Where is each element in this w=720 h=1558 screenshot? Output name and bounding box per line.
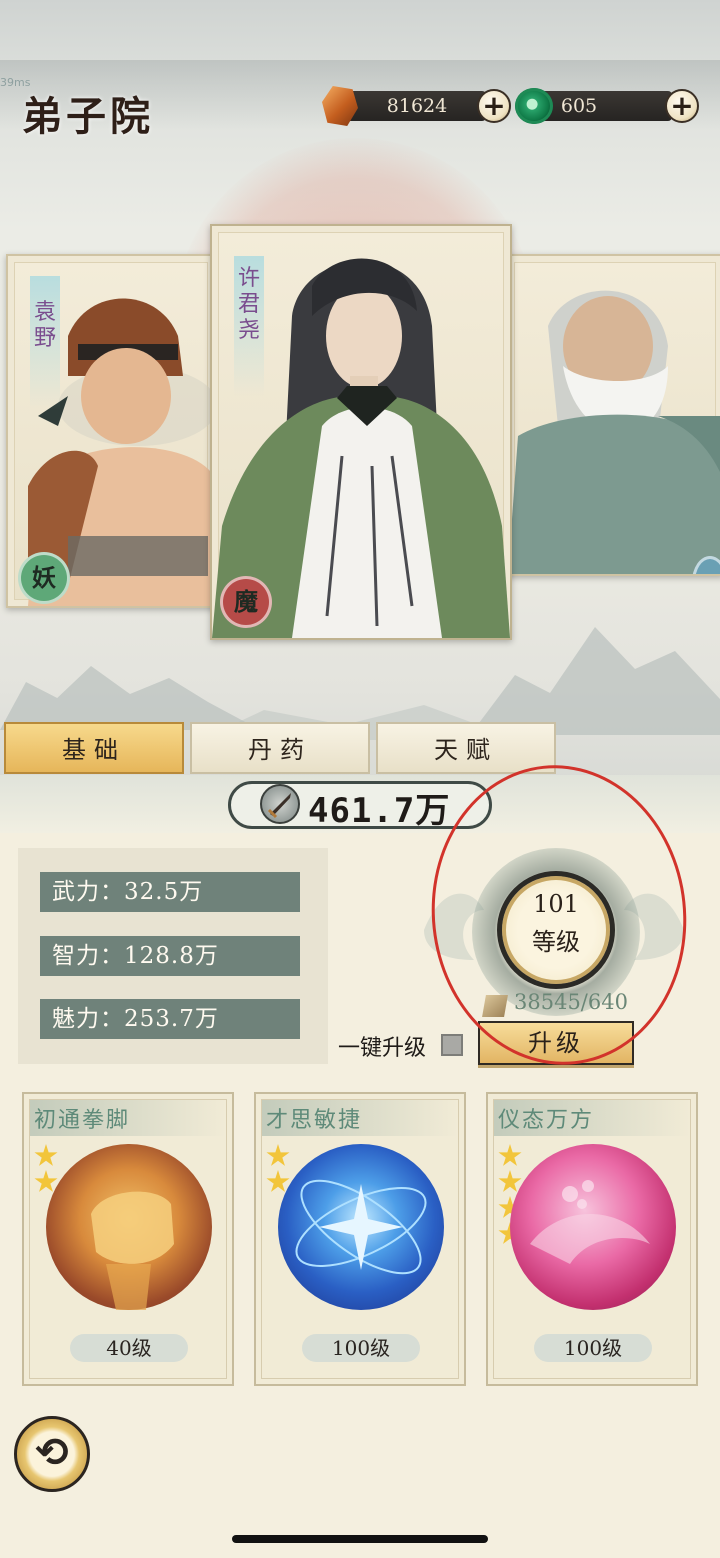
- pink-swirl-icon: [510, 1144, 676, 1310]
- add-jade-button[interactable]: +: [665, 89, 699, 123]
- page-title: 弟子院: [22, 93, 154, 140]
- stat-intelligence: 智力：128.8万: [40, 936, 300, 976]
- skill-card-fist[interactable]: 初通拳脚 40级: [22, 1092, 234, 1386]
- jade-coin-icon: [515, 88, 553, 124]
- faction-seal-center: 魔: [220, 576, 272, 628]
- back-arrow-icon: ⟲: [35, 1430, 69, 1476]
- star-orbit-glyph: [295, 1179, 427, 1275]
- skill-card-grace[interactable]: 仪态万方 100级: [486, 1092, 698, 1386]
- home-indicator[interactable]: [232, 1535, 488, 1543]
- disciple-card-selected[interactable]: 许君尧 魔: [210, 224, 512, 640]
- skill-title: 才思敏捷: [266, 1108, 363, 1133]
- one-click-upgrade-checkbox[interactable]: [441, 1034, 463, 1056]
- skill-level: 100级: [534, 1334, 652, 1362]
- skill-title: 仪态万方: [498, 1108, 595, 1133]
- skill-title: 初通拳脚: [34, 1108, 131, 1133]
- disciple-card-right[interactable]: [506, 254, 720, 576]
- skill-level: 40级: [70, 1334, 188, 1362]
- tab-basic[interactable]: 基础: [4, 722, 184, 774]
- tab-pills[interactable]: 丹药: [190, 722, 370, 774]
- back-button[interactable]: ⟲: [14, 1416, 90, 1492]
- disciple-card-left[interactable]: 袁野 妖: [6, 254, 216, 608]
- combat-power-value: 461.7万: [308, 791, 451, 831]
- skill-level: 100级: [302, 1334, 420, 1362]
- star-orbit-icon: [278, 1144, 444, 1310]
- sword-icon: [260, 784, 300, 824]
- disciple-name-center: 许君尧: [234, 256, 264, 396]
- one-click-upgrade-label: 一键升级: [338, 1036, 427, 1061]
- currency-bar-amber: 81624: [340, 91, 486, 121]
- tab-talent[interactable]: 天赋: [376, 722, 556, 774]
- disciple-portrait-right: [508, 290, 720, 574]
- add-amber-button[interactable]: +: [477, 89, 511, 123]
- faction-seal-left: 妖: [18, 552, 70, 604]
- sword-glyph: [267, 793, 291, 819]
- stat-strength: 武力：32.5万: [40, 872, 300, 912]
- pink-swirl-glyph: [530, 1180, 650, 1264]
- stat-charm: 魅力：253.7万: [40, 999, 300, 1039]
- mountain: [0, 666, 260, 730]
- currency-amber-value: 81624: [386, 95, 448, 117]
- fist-icon: [46, 1144, 212, 1310]
- fist-glyph: [91, 1191, 174, 1310]
- skill-card-wit[interactable]: 才思敏捷 100级: [254, 1092, 466, 1386]
- disciple-name-left: 袁野: [30, 276, 60, 410]
